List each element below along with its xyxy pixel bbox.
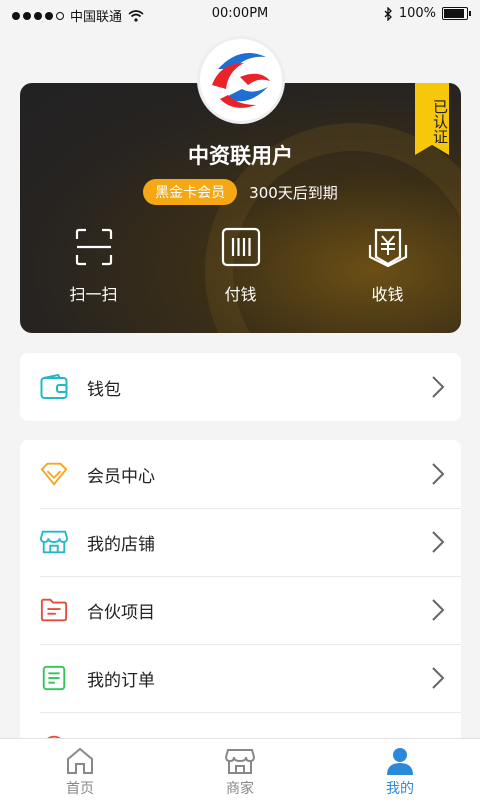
pay-icon [221, 227, 260, 267]
tab-home[interactable]: 首页 [0, 739, 160, 801]
menu-item-label: 我的订单 [87, 670, 155, 691]
wallet-label: 钱包 [87, 379, 121, 400]
avatar[interactable] [197, 36, 285, 124]
menu-item-label: 会员中心 [87, 466, 155, 487]
wallet-panel: 钱包 [20, 353, 461, 421]
pay-button[interactable]: 付钱 [167, 227, 314, 317]
receive-money-button[interactable]: 收钱 [314, 227, 461, 317]
menu-item-member-center[interactable]: 会员中心 [20, 440, 461, 508]
wallet-icon [40, 374, 68, 399]
member-badge[interactable]: 黑金卡会员 [143, 179, 238, 205]
chevron-right-icon [432, 531, 445, 553]
home-icon [67, 747, 93, 774]
store-icon [40, 530, 68, 554]
chevron-right-icon [432, 376, 445, 398]
bluetooth-icon [384, 6, 392, 21]
profile-actions: 扫一扫 付钱 收钱 [20, 227, 461, 317]
scan-icon [75, 228, 112, 266]
battery-icon [442, 7, 471, 20]
chevron-right-icon [432, 463, 445, 485]
scan-button[interactable]: 扫一扫 [20, 227, 167, 317]
menu-item-label: 合伙项目 [87, 602, 155, 623]
shop-icon [225, 749, 255, 774]
pay-label: 付钱 [224, 285, 257, 304]
tab-bar: 首页 商家 我的 [0, 738, 480, 801]
wallet-row[interactable]: 钱包 [20, 353, 461, 421]
tab-label: 我的 [386, 781, 414, 797]
chevron-right-icon [432, 667, 445, 689]
battery-percent: 100% [398, 6, 436, 21]
status-bar: 中国联通 00:00PM 100% [0, 0, 480, 28]
folder-icon [40, 598, 68, 622]
logo-icon [212, 53, 270, 108]
tab-label: 首页 [66, 781, 94, 797]
username: 中资联用户 [188, 144, 293, 168]
receive-money-icon [368, 228, 407, 267]
menu-item-partner-projects[interactable]: 合伙项目 [20, 576, 461, 644]
tab-mine[interactable]: 我的 [320, 739, 480, 801]
tab-label: 商家 [226, 781, 254, 797]
chevron-right-icon [432, 599, 445, 621]
tab-merchants[interactable]: 商家 [160, 739, 320, 801]
receive-money-label: 收钱 [371, 285, 404, 304]
diamond-icon [40, 462, 68, 486]
expire-text: 300天后到期 [249, 183, 338, 202]
order-icon [42, 665, 66, 691]
menu-panel: 会员中心 我的店铺 合伙项目 我的订单 [20, 440, 461, 760]
menu-item-my-store[interactable]: 我的店铺 [20, 508, 461, 576]
user-icon [387, 748, 413, 775]
scan-label: 扫一扫 [69, 285, 118, 304]
menu-item-my-orders[interactable]: 我的订单 [20, 644, 461, 712]
menu-item-label: 我的店铺 [87, 534, 155, 555]
